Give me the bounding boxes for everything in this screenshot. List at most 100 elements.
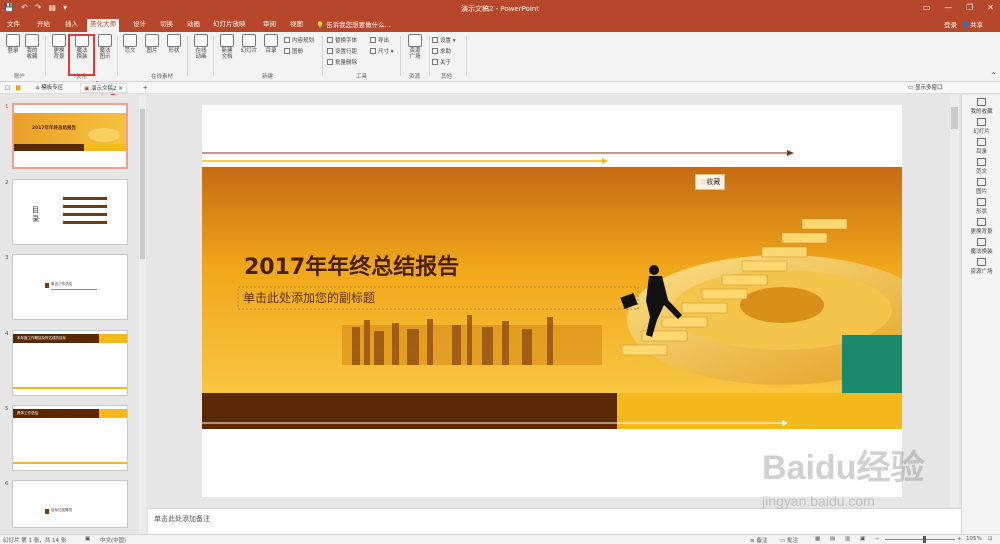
slide-thumbnail-2[interactable]: 目 录 [12, 179, 128, 245]
zoom-in-icon[interactable]: + [957, 536, 962, 542]
zoom-out-icon[interactable]: − [875, 536, 880, 542]
zoom-slider-thumb[interactable] [923, 536, 926, 543]
panel-label: 我的收藏 [970, 109, 993, 115]
ppt-icon: ▣ [84, 86, 91, 92]
slide-title[interactable]: 2017年年终总结报告 [244, 249, 459, 281]
slideshow-icon[interactable]: ▣ [860, 536, 865, 542]
slide-counter: 幻灯片 第 1 张，共 14 张 [3, 538, 67, 544]
zoom-level[interactable]: 105% [966, 536, 982, 542]
right-side-panel: 我的收藏 幻灯片 目录 范文 图片 形状 更换背景 魔法换装 资源广场 [961, 95, 1000, 534]
tab-current-doc[interactable]: ▣ 演示文稿2 ✕ [80, 83, 127, 93]
panel-fanwen[interactable]: 范文 [962, 158, 1000, 175]
current-doc-label: 演示文稿2 [90, 86, 117, 92]
panel-slide[interactable]: 幻灯片 [962, 118, 1000, 135]
panel-my-favorites[interactable]: 我的收藏 [962, 98, 1000, 115]
zoom-slider[interactable] [885, 536, 955, 543]
scrollbar-thumb[interactable] [140, 109, 145, 259]
slide-number: 5 [5, 406, 9, 412]
reading-view-icon[interactable]: ▥ [845, 536, 850, 542]
toc-line [63, 221, 107, 224]
tab-template-zone[interactable]: ⌂ 模板专区 [33, 83, 66, 93]
slide-2-title: 目 录 [32, 206, 39, 223]
scrollbar-thumb[interactable] [951, 107, 958, 129]
footer-line [13, 462, 127, 464]
panel-change-background[interactable]: 更换背景 [962, 218, 1000, 235]
shape-icon [977, 198, 986, 206]
comments-toggle[interactable]: ▭ 批注 [780, 536, 798, 544]
window-icon: ▭ [908, 85, 915, 91]
show-multi-window[interactable]: ▭ 显示多窗口 [905, 83, 945, 93]
panel-picture[interactable]: 图片 [962, 178, 1000, 195]
slide-thumbnail-5[interactable]: 具体工作总结 [12, 405, 128, 471]
slide-sorter-icon[interactable]: ▤ [830, 536, 835, 542]
spellcheck-icon[interactable]: ▣ [85, 536, 90, 542]
panel-label: 魔法换装 [970, 249, 993, 255]
section-marker [45, 283, 49, 288]
panel-label: 幻灯片 [973, 129, 990, 135]
slide-6-title: 目标达成情况 [51, 508, 72, 512]
fit-slide-icon[interactable]: ⊡ [988, 536, 993, 542]
slide-thumbnail-1[interactable]: 2017年年终总结报告 [12, 103, 128, 169]
slide-4-title: 本年度工作概括及所达成的目标 [17, 336, 66, 340]
thumbnail-scrollbar[interactable] [139, 95, 146, 534]
slide-subtitle-placeholder[interactable]: 单击此处添加您的副标题 [243, 289, 375, 306]
panel-label: 形状 [975, 209, 987, 215]
divider [51, 289, 97, 290]
slide-number: 6 [5, 481, 9, 487]
current-slide[interactable]: 2017年年终总结报告 单击此处添加您的副标题 ☆收藏 [202, 105, 937, 497]
header-accent [99, 334, 127, 343]
slide-1-title: 2017年年终总结报告 [32, 126, 77, 131]
panel-label: 资源广场 [970, 269, 993, 275]
toc-line [63, 197, 107, 200]
panel-label: 范文 [975, 169, 987, 175]
panel-magic-replace[interactable]: 魔法换装 [962, 238, 1000, 255]
notes-placeholder: 单击此处添加备注 [154, 515, 210, 523]
panel-label: 更换背景 [970, 229, 993, 235]
slide-number: 1 [5, 104, 9, 110]
editor-scrollbar[interactable] [950, 95, 959, 507]
panel-label: 目录 [975, 149, 987, 155]
toc-icon [977, 138, 986, 146]
status-bar: 幻灯片 第 1 张，共 14 张 ▣ 中文(中国) ≡ 备注 ▭ 批注 ▦ ▤ … [0, 534, 1000, 544]
language-indicator[interactable]: 中文(中国) [100, 536, 126, 544]
slide-3-title: 单击工作总结 [51, 282, 72, 286]
new-file-icon[interactable]: ▢ [2, 83, 13, 93]
watermark-url: jingyan.baidu.com [762, 493, 875, 509]
grid-icon [977, 258, 986, 266]
toc-line [63, 213, 107, 216]
header-accent [99, 409, 127, 418]
panel-resource-square[interactable]: 资源广场 [962, 258, 1000, 275]
picture-icon [977, 178, 986, 186]
slide-icon [977, 118, 986, 126]
notes-pane[interactable]: 单击此处添加备注 [148, 508, 961, 534]
comment-icon: ▭ [780, 538, 787, 544]
close-tab-icon[interactable]: ✕ [118, 86, 123, 92]
slide-number: 4 [5, 331, 9, 337]
folder-icon[interactable]: ▆ [13, 83, 23, 93]
normal-view-icon[interactable]: ▦ [815, 536, 820, 542]
section-marker [45, 509, 49, 514]
favorite-label: 收藏 [706, 178, 721, 186]
favorite-button[interactable]: ☆收藏 [695, 174, 726, 190]
slide-thumbnail-6[interactable]: 目标达成情况 [12, 480, 128, 528]
folder-icon [977, 98, 986, 106]
notes-toggle-label: 备注 [756, 538, 768, 544]
slide-number: 2 [5, 180, 9, 186]
slide-thumbnail-4[interactable]: 本年度工作概括及所达成的目标 [12, 330, 128, 396]
baidu-watermark: Baidu经验 jingyan.baidu.com [762, 440, 924, 509]
slide-1-preview [14, 105, 126, 167]
template-zone-label: 模板专区 [41, 85, 64, 91]
comments-label: 批注 [786, 538, 798, 544]
footer-line [13, 387, 127, 389]
watermark-brand: Baidu经验 [762, 449, 925, 487]
show-multi-label: 显示多窗口 [914, 85, 943, 91]
add-tab-icon[interactable]: + [140, 83, 151, 93]
panel-shape[interactable]: 形状 [962, 198, 1000, 215]
panel-toc[interactable]: 目录 [962, 138, 1000, 155]
refresh-icon [977, 218, 986, 226]
slide-thumbnail-3[interactable]: 单击工作总结 [12, 254, 128, 320]
slide-number: 3 [5, 255, 9, 261]
notes-toggle[interactable]: ≡ 备注 [750, 536, 767, 544]
panel-label: 图片 [975, 189, 987, 195]
slide-5-title: 具体工作总结 [17, 411, 38, 415]
